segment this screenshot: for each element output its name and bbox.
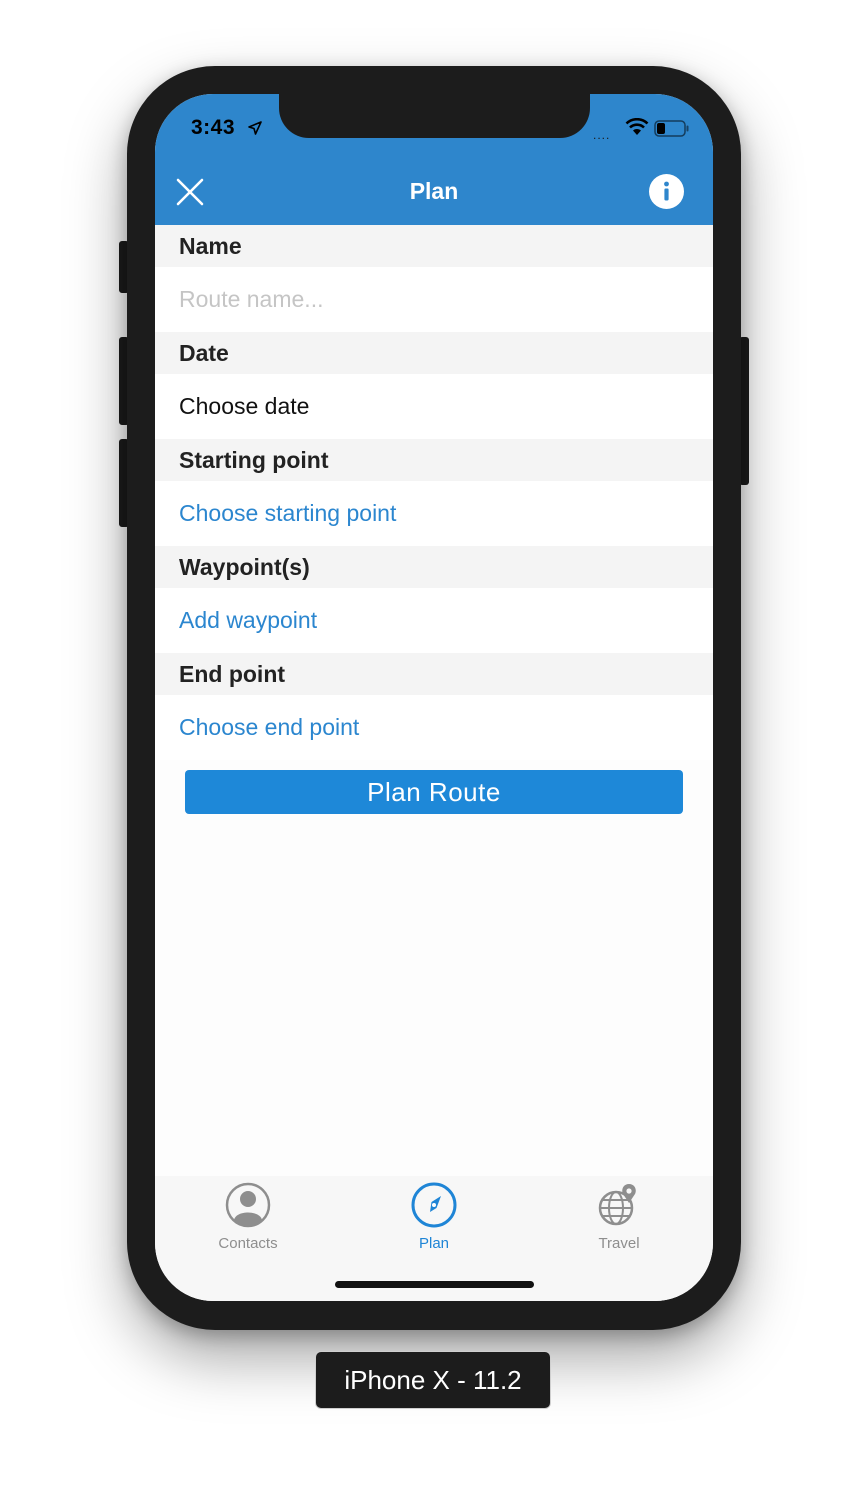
tab-travel-label: Travel: [598, 1235, 640, 1252]
globe-location-icon: [598, 1184, 636, 1226]
name-header: Name: [155, 225, 713, 267]
waypoints-header: Waypoint(s): [155, 546, 713, 588]
tab-travel[interactable]: Travel: [559, 1182, 679, 1252]
phone-screen: 3:43 .... Plan Name Route name... Date C…: [155, 94, 713, 1301]
route-name-field[interactable]: Route name...: [155, 267, 713, 332]
device-label: iPhone X - 11.2: [315, 1351, 551, 1409]
status-time: 3:43: [191, 116, 236, 139]
date-picker-row[interactable]: Choose date: [155, 374, 713, 439]
add-waypoint-link[interactable]: Add waypoint: [179, 607, 317, 634]
tab-plan[interactable]: Plan: [374, 1182, 494, 1252]
battery-icon: [654, 120, 689, 137]
date-header: Date: [155, 332, 713, 374]
location-arrow-icon: [248, 121, 262, 135]
add-waypoint-row[interactable]: Add waypoint: [155, 588, 713, 653]
signal-icon: ....: [593, 128, 611, 142]
choose-end-point-link[interactable]: Choose end point: [179, 714, 359, 741]
end-point-header: End point: [155, 653, 713, 695]
date-value: Choose date: [179, 393, 310, 419]
starting-point-header: Starting point: [155, 439, 713, 481]
navigation-bar: 3:43 .... Plan: [155, 94, 713, 225]
plan-route-button[interactable]: Plan Route: [185, 770, 683, 814]
tab-contacts[interactable]: Contacts: [188, 1182, 308, 1252]
info-icon: [664, 181, 669, 201]
choose-end-point-row[interactable]: Choose end point: [155, 695, 713, 760]
page-title: Plan: [409, 178, 459, 204]
info-button[interactable]: [649, 174, 684, 209]
tab-plan-label: Plan: [418, 1235, 450, 1252]
route-name-placeholder: Route name...: [179, 286, 324, 312]
wifi-icon: [625, 118, 649, 135]
home-indicator[interactable]: [335, 1281, 534, 1288]
tab-contacts-label: Contacts: [218, 1235, 278, 1252]
choose-starting-point-row[interactable]: Choose starting point: [155, 481, 713, 546]
contact-person-icon: [225, 1182, 271, 1228]
route-form: Name Route name... Date Choose date Star…: [155, 225, 713, 760]
compass-icon: [411, 1182, 457, 1228]
choose-starting-point-link[interactable]: Choose starting point: [179, 500, 396, 527]
notch: [279, 94, 590, 138]
